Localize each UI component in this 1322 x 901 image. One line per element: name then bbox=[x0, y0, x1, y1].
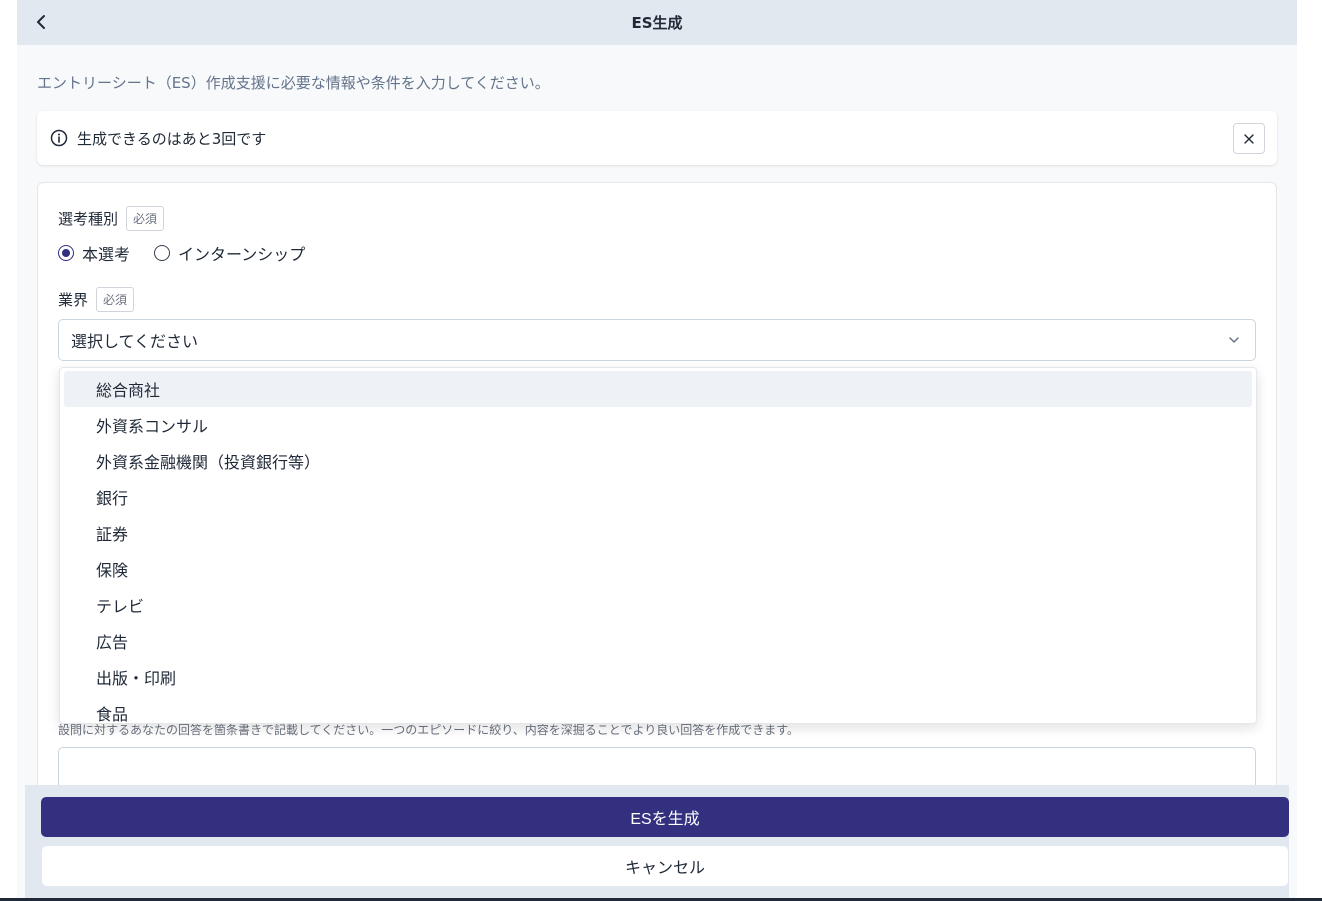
radio-checked-icon bbox=[58, 245, 74, 261]
industry-option[interactable]: テレビ bbox=[64, 587, 1252, 623]
back-button[interactable] bbox=[29, 10, 53, 34]
radio-main-selection[interactable]: 本選考 bbox=[58, 241, 130, 265]
industry-option[interactable]: 外資系コンサル bbox=[64, 407, 1252, 443]
selection-type-radio-group: 本選考 インターンシップ bbox=[58, 241, 329, 265]
industry-select[interactable]: 選択してください bbox=[58, 319, 1256, 361]
selection-type-label-text: 選考種別 bbox=[58, 210, 119, 228]
info-icon bbox=[50, 129, 68, 147]
industry-option[interactable]: 外資系金融機関（投資銀行等） bbox=[64, 443, 1252, 479]
industry-dropdown-menu: 総合商社 外資系コンサル 外資系金融機関（投資銀行等） 銀行 証券 保険 テレビ 広告 出版・印… bbox=[59, 367, 1257, 724]
industry-label: 業界 必須 bbox=[58, 287, 135, 312]
radio-unchecked-icon bbox=[154, 245, 171, 261]
selection-type-label: 選考種別 必須 bbox=[58, 206, 165, 231]
close-alert-button[interactable] bbox=[1233, 123, 1265, 154]
radio-main-selection-label: 本選考 bbox=[82, 245, 131, 264]
generate-es-button[interactable]: ESを生成 bbox=[41, 797, 1289, 837]
footer-actions: ESを生成 キャンセル bbox=[25, 785, 1289, 898]
page-title: ES生成 bbox=[631, 14, 683, 32]
industry-label-text: 業界 bbox=[58, 291, 89, 309]
header-bar: ES生成 bbox=[17, 0, 1297, 45]
industry-option[interactable]: 銀行 bbox=[64, 479, 1252, 515]
industry-option[interactable]: 広告 bbox=[64, 623, 1252, 659]
radio-internship-label: インターンシップ bbox=[178, 245, 306, 264]
industry-option[interactable]: 保険 bbox=[64, 551, 1252, 587]
industry-option[interactable]: 出版・印刷 bbox=[64, 659, 1252, 695]
alert-message: 生成できるのはあと3回です bbox=[77, 129, 267, 148]
required-badge: 必須 bbox=[126, 206, 165, 231]
required-badge: 必須 bbox=[96, 287, 135, 312]
radio-internship[interactable]: インターンシップ bbox=[154, 241, 305, 265]
industry-select-value: 選択してください bbox=[71, 332, 199, 351]
chevron-left-icon bbox=[37, 15, 45, 29]
industry-option[interactable]: 証券 bbox=[64, 515, 1252, 551]
close-icon bbox=[1244, 133, 1254, 144]
remaining-count-alert: 生成できるのはあと3回です bbox=[37, 111, 1277, 165]
cancel-button[interactable]: キャンセル bbox=[42, 846, 1288, 886]
chevron-down-icon bbox=[1229, 337, 1239, 343]
intro-text: エントリーシート（ES）作成支援に必要な情報や条件を入力してください。 bbox=[37, 74, 550, 92]
industry-option[interactable]: 食品 bbox=[64, 695, 1252, 723]
industry-option[interactable]: 総合商社 bbox=[64, 371, 1252, 407]
